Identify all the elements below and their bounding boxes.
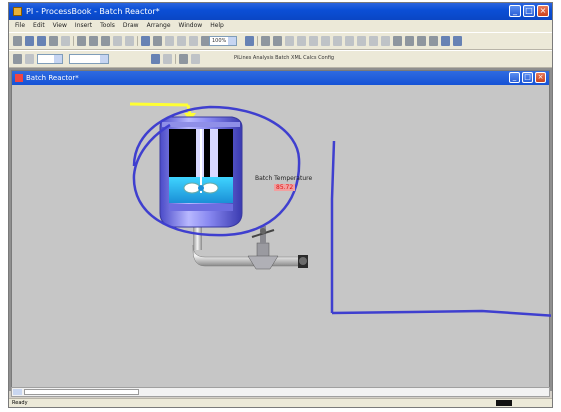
font-icon[interactable] [13, 54, 22, 64]
chevron-down-icon[interactable] [100, 55, 108, 63]
mdi-workspace: Batch Reactor* _ □ × Batch Temperature 8… [9, 68, 552, 391]
standard-toolbar: 100% [9, 32, 552, 50]
display-minimize-button[interactable]: _ [509, 72, 520, 83]
align-icon[interactable] [25, 54, 34, 64]
zoom-select[interactable]: 100% [209, 36, 237, 46]
handdrawn-axes-annotation [330, 140, 551, 317]
display-close-button[interactable]: × [535, 72, 546, 83]
display-title-bar[interactable]: Batch Reactor* _ □ × [12, 71, 549, 85]
app-icon [13, 7, 22, 16]
preview-icon[interactable] [61, 36, 70, 46]
close-button[interactable]: × [537, 5, 549, 17]
toolbar-separator [73, 36, 74, 46]
help-icon[interactable] [245, 36, 254, 46]
menu-draw[interactable]: Draw [123, 20, 139, 32]
scroll-thumb[interactable] [24, 389, 139, 395]
undo-icon[interactable] [113, 36, 122, 46]
temperature-label: Batch Temperature [255, 175, 313, 182]
status-bar: Ready [9, 398, 552, 407]
chevron-down-icon[interactable] [228, 37, 236, 45]
process-graphic [129, 102, 551, 317]
line-width-icon[interactable] [191, 54, 200, 64]
zoom-value: 100% [212, 38, 227, 44]
ellipse-tool-icon[interactable] [321, 36, 330, 46]
batch-tool-icon[interactable] [453, 36, 462, 46]
chevron-down-icon[interactable] [54, 55, 62, 63]
cut-icon[interactable] [77, 36, 86, 46]
menu-arrange[interactable]: Arrange [147, 20, 171, 32]
delete-icon[interactable] [153, 36, 162, 46]
horizontal-scrollbar[interactable] [11, 387, 550, 397]
font-select[interactable] [37, 54, 63, 64]
size-select[interactable] [69, 54, 109, 64]
trend-tool-icon[interactable] [381, 36, 390, 46]
copy-icon[interactable] [89, 36, 98, 46]
scroll-left-button[interactable] [13, 389, 22, 395]
value-tool-icon[interactable] [393, 36, 402, 46]
menu-insert[interactable]: Insert [75, 20, 92, 32]
display-icon [15, 74, 23, 82]
redo-icon[interactable] [125, 36, 134, 46]
print-icon[interactable] [49, 36, 58, 46]
toolbar-separator [257, 36, 258, 46]
line-tool-icon[interactable] [285, 36, 294, 46]
menu-bar: File Edit View Insert Tools Draw Arrange… [9, 20, 552, 32]
bar-tool-icon[interactable] [405, 36, 414, 46]
multistate-tool-icon[interactable] [441, 36, 450, 46]
grid-icon[interactable] [189, 36, 198, 46]
button-tool-icon[interactable] [417, 36, 426, 46]
select-tool-icon[interactable] [261, 36, 270, 46]
open-icon[interactable] [25, 36, 34, 46]
paste-icon[interactable] [101, 36, 110, 46]
line-style-icon[interactable] [179, 54, 188, 64]
menu-view[interactable]: View [53, 20, 67, 32]
polygon-tool-icon[interactable] [309, 36, 318, 46]
format-toolbar: PiLines Analysis Batch XML Calcs Config [9, 50, 552, 68]
toolbar-separator [175, 54, 176, 64]
addin-toolbar-text[interactable]: PiLines Analysis Batch XML Calcs Config [234, 55, 334, 61]
display-title: Batch Reactor* [26, 74, 79, 82]
status-text: Ready [12, 400, 28, 406]
window-title: PI - ProcessBook - Batch Reactor* [26, 7, 160, 16]
processbook-window: PI - ProcessBook - Batch Reactor* _ □ × … [8, 2, 553, 408]
minimize-button[interactable]: _ [509, 5, 521, 17]
menu-tools[interactable]: Tools [100, 20, 115, 32]
menu-edit[interactable]: Edit [33, 20, 45, 32]
temperature-value[interactable]: 85.72 [274, 184, 296, 191]
pointer-icon[interactable] [141, 36, 150, 46]
reactor-tank[interactable] [159, 116, 243, 228]
save-icon[interactable] [37, 36, 46, 46]
fill-color-icon[interactable] [151, 54, 160, 64]
maximize-button[interactable]: □ [523, 5, 535, 17]
rectangle-tool-icon[interactable] [297, 36, 306, 46]
connector-tool-icon[interactable] [357, 36, 366, 46]
menu-window[interactable]: Window [179, 20, 203, 32]
display-canvas[interactable]: Batch Temperature 85.72 [12, 85, 551, 388]
menu-help[interactable]: Help [210, 20, 224, 32]
display-maximize-button[interactable]: □ [522, 72, 533, 83]
control-valve[interactable] [247, 226, 279, 270]
new-icon[interactable] [13, 36, 22, 46]
find-icon[interactable] [165, 36, 174, 46]
menu-file[interactable]: File [15, 20, 25, 32]
toolbar-separator [137, 36, 138, 46]
refresh-icon[interactable] [177, 36, 186, 46]
symbol-tool-icon[interactable] [369, 36, 378, 46]
freehand-tool-icon[interactable] [345, 36, 354, 46]
main-title-bar[interactable]: PI - ProcessBook - Batch Reactor* _ □ × [9, 3, 552, 20]
xy-plot-tool-icon[interactable] [429, 36, 438, 46]
arc-tool-icon[interactable] [333, 36, 342, 46]
status-indicator [496, 400, 512, 406]
display-window: Batch Reactor* _ □ × Batch Temperature 8… [11, 70, 551, 389]
text-tool-icon[interactable] [273, 36, 282, 46]
line-color-icon[interactable] [163, 54, 172, 64]
